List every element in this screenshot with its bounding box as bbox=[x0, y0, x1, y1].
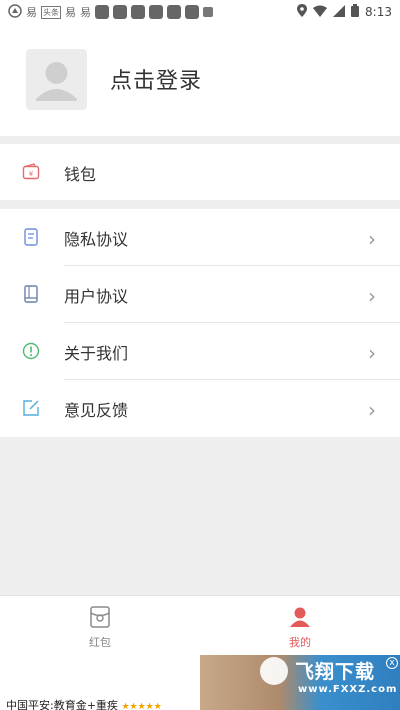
menu-item-about[interactable]: 关于我们 › bbox=[0, 323, 400, 380]
wallet-icon: ¥ bbox=[22, 163, 40, 181]
user-placeholder-icon bbox=[36, 62, 77, 101]
chevron-right-icon: › bbox=[368, 227, 376, 251]
menu-item-privacy[interactable]: 隐私协议 › bbox=[0, 209, 400, 266]
book-icon bbox=[22, 285, 40, 303]
bottom-tab-bar: 红包 我的 bbox=[0, 595, 400, 655]
status-system: 8:13 bbox=[297, 4, 392, 20]
status-notifications: 易 头条 易 易 bbox=[8, 3, 213, 21]
chevron-right-icon: › bbox=[368, 341, 376, 365]
battery-icon bbox=[351, 4, 360, 20]
signal-icon bbox=[333, 4, 346, 20]
avatar[interactable] bbox=[26, 49, 87, 110]
notification-glyph: 易 bbox=[26, 6, 37, 19]
ad-area: 中国平安:教育金+重疾 ★★★★★ 飞翔下载 www.FXXZ.com x bbox=[0, 655, 400, 710]
notification-icon bbox=[113, 5, 127, 19]
notification-icon bbox=[131, 5, 145, 19]
tab-label: 红包 bbox=[89, 636, 111, 649]
empty-content-area bbox=[0, 437, 400, 595]
notification-glyph: 易 bbox=[80, 6, 91, 19]
user-icon bbox=[288, 605, 312, 629]
menu-item-user-agreement[interactable]: 用户协议 › bbox=[0, 266, 400, 323]
menu-item-label: 隐私协议 bbox=[64, 230, 129, 249]
status-time: 8:13 bbox=[365, 5, 392, 19]
menu-item-label: 意见反馈 bbox=[64, 401, 129, 420]
notification-icon bbox=[95, 5, 109, 19]
notification-icon bbox=[185, 5, 199, 19]
section-divider bbox=[0, 136, 400, 144]
ad-rating-stars: ★★★★★ bbox=[121, 702, 162, 710]
chevron-right-icon: › bbox=[368, 398, 376, 422]
info-icon bbox=[22, 342, 40, 360]
wallet-row[interactable]: ¥ 钱包 bbox=[0, 144, 400, 200]
edit-icon bbox=[22, 399, 40, 417]
chevron-right-icon: › bbox=[368, 284, 376, 308]
tab-mine[interactable]: 我的 bbox=[200, 596, 400, 656]
notification-glyph: 易 bbox=[65, 6, 76, 19]
notification-glyph: 头条 bbox=[41, 5, 61, 19]
brand-logo-icon bbox=[260, 657, 288, 685]
profile-header[interactable]: 点击登录 bbox=[0, 24, 400, 136]
status-bar: 易 头条 易 易 8:13 bbox=[0, 0, 400, 24]
menu-item-label: 关于我们 bbox=[64, 344, 129, 363]
location-icon bbox=[297, 4, 308, 20]
app-icon bbox=[8, 3, 22, 21]
menu-item-label: 用户协议 bbox=[64, 287, 129, 306]
ad-text-label: 中国平安:教育金+重疾 bbox=[6, 699, 118, 710]
ad-close-button[interactable]: x bbox=[386, 657, 398, 669]
notification-icon bbox=[203, 7, 213, 17]
document-icon bbox=[22, 228, 40, 246]
section-divider bbox=[0, 200, 400, 209]
ad-banner[interactable]: 飞翔下载 www.FXXZ.com x bbox=[200, 655, 400, 710]
tab-red-packet[interactable]: 红包 bbox=[0, 596, 200, 656]
notification-icon bbox=[149, 5, 163, 19]
ad-text[interactable]: 中国平安:教育金+重疾 ★★★★★ bbox=[6, 697, 162, 710]
ad-site: www.FXXZ.com bbox=[298, 684, 398, 695]
notification-icon bbox=[167, 5, 181, 19]
wallet-label: 钱包 bbox=[64, 165, 97, 184]
svg-text:¥: ¥ bbox=[29, 170, 34, 178]
tab-label: 我的 bbox=[289, 636, 311, 649]
menu-item-feedback[interactable]: 意见反馈 › bbox=[0, 380, 400, 437]
red-packet-icon bbox=[88, 605, 112, 629]
login-link[interactable]: 点击登录 bbox=[110, 63, 202, 95]
wifi-icon bbox=[313, 5, 328, 20]
ad-brand: 飞翔下载 bbox=[295, 661, 376, 683]
